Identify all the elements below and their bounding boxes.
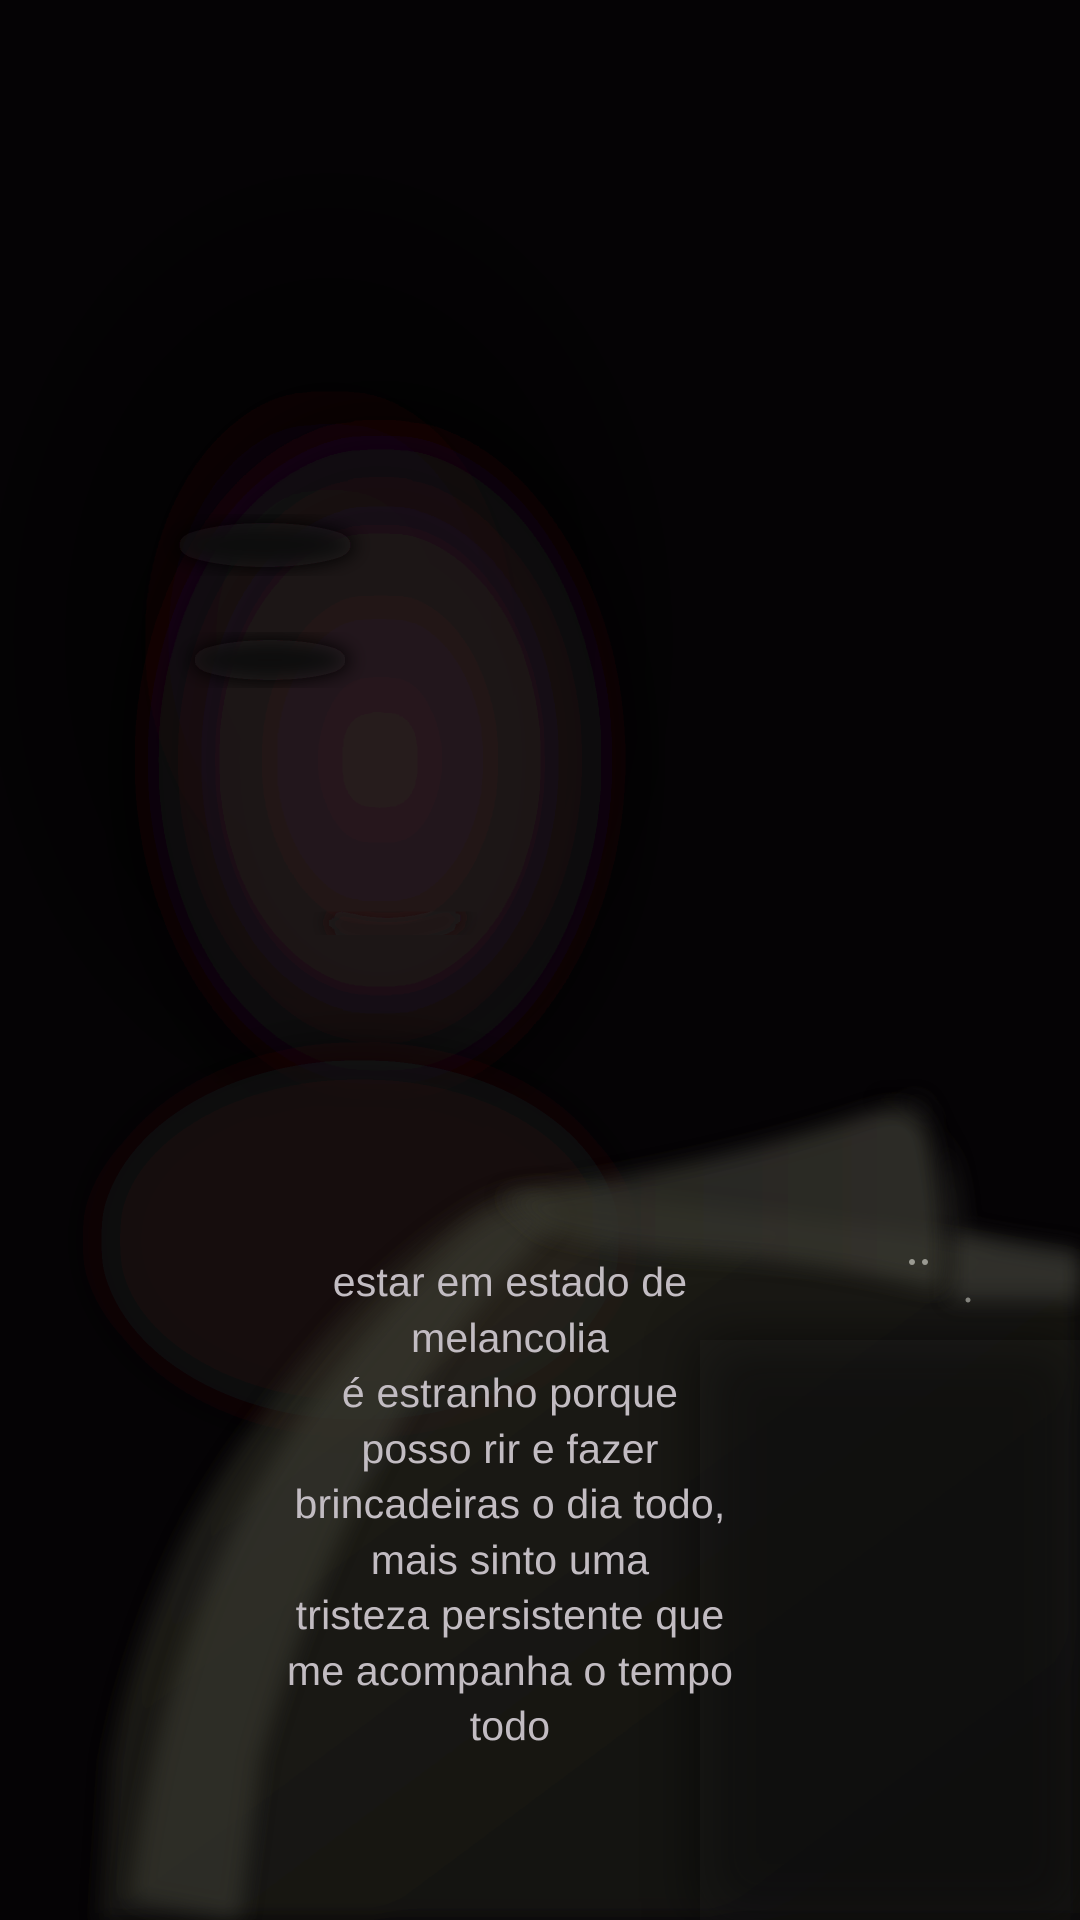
caption-line: estar em estado de [332,1259,688,1305]
caption-text: estar em estado de melancolia é estranho… [140,1255,880,1755]
story-frame: estar em estado de melancolia é estranho… [0,0,1080,1920]
caption-line: é estranho porque [341,1370,679,1416]
caption-line: mais sinto uma [370,1536,650,1583]
caption-line: melancolia [411,1314,609,1361]
caption-line: me acompanha o tempo [286,1647,734,1694]
caption-line: brincadeiras o dia todo, [294,1481,726,1527]
caption-line: tristeza persistente que [295,1592,725,1638]
caption-line: posso rir e fazer [361,1425,659,1472]
caption-line: todo [469,1703,551,1749]
